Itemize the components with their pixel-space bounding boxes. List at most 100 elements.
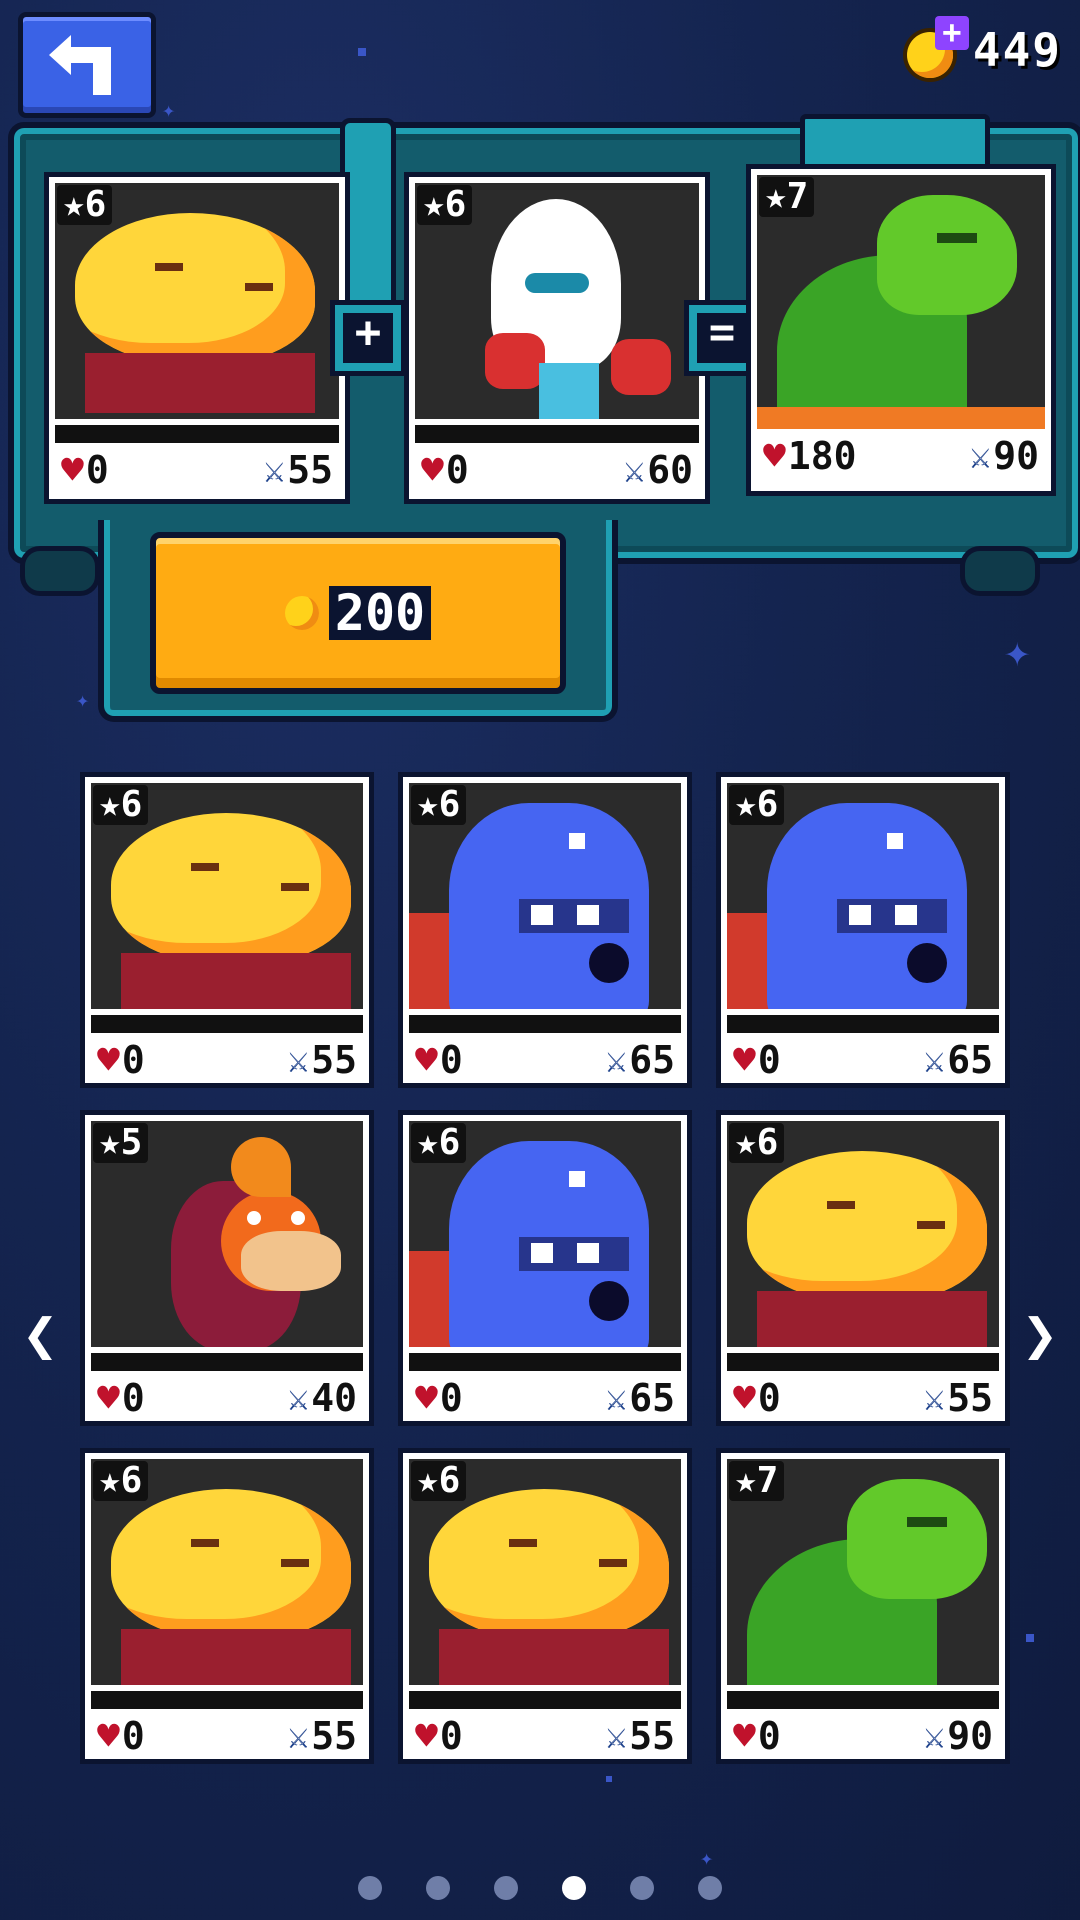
hp-value: 0: [121, 1376, 145, 1420]
hp-value: 0: [439, 1376, 463, 1420]
coin-icon: [284, 596, 319, 630]
star-level-badge: ★6: [411, 1123, 467, 1163]
previous-page-arrow[interactable]: ❮: [22, 1300, 58, 1370]
hp-value: 0: [121, 1714, 145, 1758]
hp-value: 0: [439, 1038, 463, 1082]
fusion-result-card[interactable]: ★7 ♥ 180 ⚔ 90: [746, 164, 1056, 496]
creature-card[interactable]: ★6 ♥ 0 ⚔ 55: [80, 1448, 374, 1764]
attack-value: 55: [947, 1376, 993, 1420]
currency-value: 449: [972, 23, 1062, 77]
creature-card[interactable]: ★6 ♥ 0 ⚔ 55: [716, 1110, 1010, 1426]
star-level-badge: ★7: [759, 177, 815, 217]
background-star: ✦: [700, 1846, 714, 1871]
heart-icon: ♥: [415, 1038, 438, 1082]
background-star: ✦: [162, 98, 176, 123]
hp-value: 0: [121, 1038, 145, 1082]
heart-icon: ♥: [61, 448, 84, 492]
creature-card[interactable]: ★7 ♥ 0 ⚔ 90: [716, 1448, 1010, 1764]
hp-value: 0: [439, 1714, 463, 1758]
attack-value: 55: [311, 1714, 357, 1758]
machine-cap: [800, 114, 990, 170]
page-dot[interactable]: [494, 1876, 518, 1900]
fuse-cost: 200: [328, 586, 432, 640]
hp-value: 0: [445, 448, 469, 492]
sword-icon: ⚔: [287, 1377, 310, 1419]
hp-value: 0: [85, 448, 109, 492]
heart-icon: ♥: [733, 1038, 756, 1082]
heart-icon: ♥: [733, 1376, 756, 1420]
heart-icon: ♥: [415, 1714, 438, 1758]
sword-icon: ⚔: [923, 1039, 946, 1081]
star-level-badge: ★6: [411, 1461, 467, 1501]
fuse-button[interactable]: 200: [150, 532, 566, 694]
page-dot[interactable]: [698, 1876, 722, 1900]
hp-bar: [91, 1691, 363, 1709]
hp-value: 0: [757, 1714, 781, 1758]
background-star: ✦: [1004, 626, 1031, 677]
page-dot[interactable]: [562, 1876, 586, 1900]
currency-display[interactable]: + 449: [901, 16, 1062, 82]
heart-icon: ♥: [421, 448, 444, 492]
star-level-badge: ★6: [57, 185, 113, 225]
sword-icon: ⚔: [605, 1039, 628, 1081]
attack-value: 55: [311, 1038, 357, 1082]
star-level-badge: ★7: [729, 1461, 785, 1501]
gem-coin-plus-icon[interactable]: +: [901, 16, 969, 82]
hp-bar: [409, 1353, 681, 1371]
fusion-slot-1[interactable]: ★6 ♥ 0 ⚔ 55: [44, 172, 350, 504]
attack-value: 55: [629, 1714, 675, 1758]
page-dot[interactable]: [426, 1876, 450, 1900]
sword-icon: ⚔: [605, 1715, 628, 1757]
creature-card[interactable]: ★6 ♥ 0 ⚔ 65: [398, 772, 692, 1088]
sword-icon: ⚔: [287, 1039, 310, 1081]
attack-value: 60: [647, 448, 693, 492]
sword-icon: ⚔: [263, 449, 286, 491]
attack-value: 90: [993, 434, 1039, 478]
star-level-badge: ★6: [93, 1461, 149, 1501]
creature-card[interactable]: ★5 ♥ 0 ⚔ 40: [80, 1110, 374, 1426]
hp-bar: [727, 1691, 999, 1709]
page-dot[interactable]: [358, 1876, 382, 1900]
hp-bar: [415, 425, 699, 443]
hp-bar: [727, 1015, 999, 1033]
heart-icon: ♥: [763, 434, 786, 478]
background-dot: [358, 48, 366, 56]
page-indicator: [0, 1876, 1080, 1900]
hp-bar: [727, 1353, 999, 1371]
star-level-badge: ★6: [417, 185, 473, 225]
star-level-badge: ★6: [93, 785, 149, 825]
hp-value: 0: [757, 1376, 781, 1420]
star-level-badge: ★6: [729, 1123, 785, 1163]
background-star: ✦: [76, 688, 90, 713]
heart-icon: ♥: [415, 1376, 438, 1420]
hp-bar: [91, 1353, 363, 1371]
creature-card[interactable]: ★6 ♥ 0 ⚔ 55: [398, 1448, 692, 1764]
hp-bar: [757, 407, 1045, 429]
page-dot[interactable]: [630, 1876, 654, 1900]
background-dot: [1026, 1634, 1034, 1642]
hp-bar: [409, 1015, 681, 1033]
sword-icon: ⚔: [923, 1377, 946, 1419]
machine-foot: [960, 546, 1040, 596]
creature-card[interactable]: ★6 ♥ 0 ⚔ 55: [80, 772, 374, 1088]
attack-value: 65: [629, 1038, 675, 1082]
hp-value: 0: [757, 1038, 781, 1082]
hp-bar: [91, 1015, 363, 1033]
sword-icon: ⚔: [287, 1715, 310, 1757]
next-page-arrow[interactable]: ❯: [1022, 1300, 1058, 1370]
machine-foot: [20, 546, 100, 596]
attack-value: 55: [287, 448, 333, 492]
plus-sign: +: [330, 300, 406, 376]
attack-value: 40: [311, 1376, 357, 1420]
hp-bar: [409, 1691, 681, 1709]
attack-value: 90: [947, 1714, 993, 1758]
star-level-badge: ★6: [411, 785, 467, 825]
back-arrow-icon: [49, 35, 111, 95]
attack-value: 65: [947, 1038, 993, 1082]
sword-icon: ⚔: [923, 1715, 946, 1757]
creature-card[interactable]: ★6 ♥ 0 ⚔ 65: [398, 1110, 692, 1426]
back-button[interactable]: [18, 12, 156, 118]
heart-icon: ♥: [97, 1376, 120, 1420]
creature-card[interactable]: ★6 ♥ 0 ⚔ 65: [716, 772, 1010, 1088]
fusion-slot-2[interactable]: ★6 ♥ 0 ⚔ 60: [404, 172, 710, 504]
